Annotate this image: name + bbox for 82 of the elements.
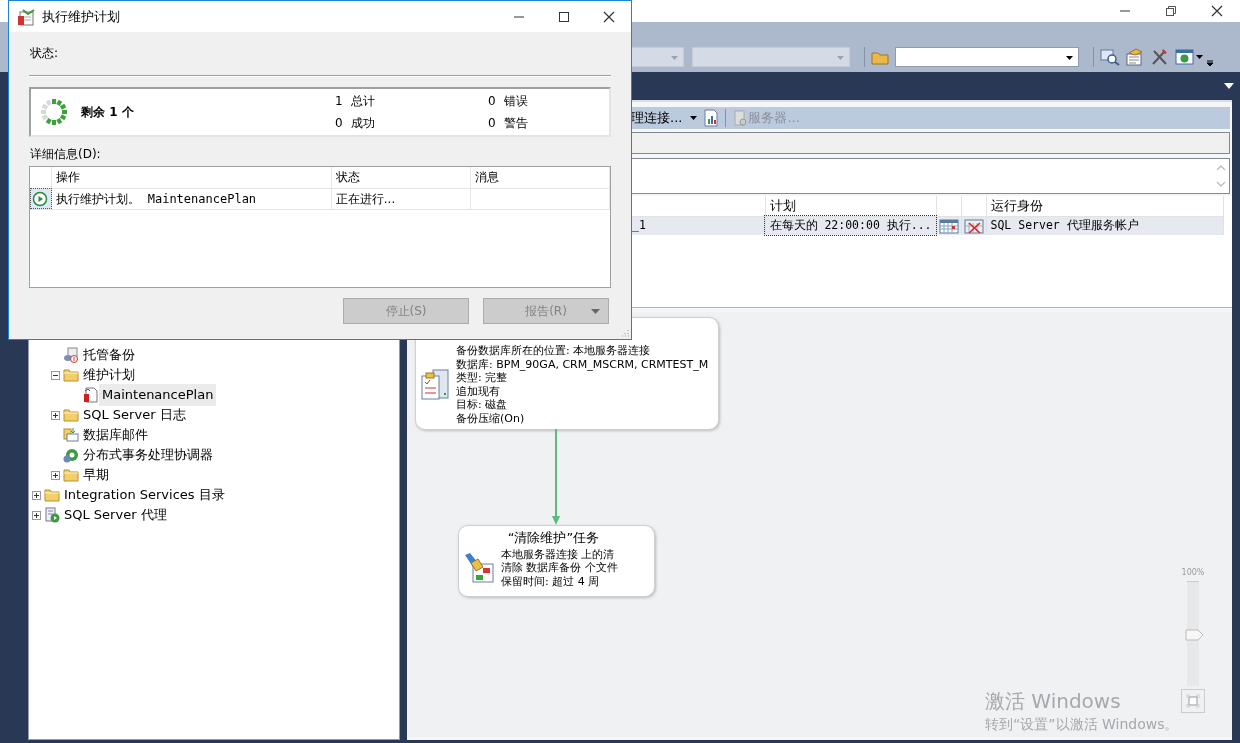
calendar-icon[interactable] <box>938 217 959 234</box>
task-title: “清除维护”任务 <box>506 531 601 545</box>
slider-thumb[interactable] <box>1185 628 1205 641</box>
zoom-label: 100% <box>1181 567 1205 579</box>
dropdown-arrow-icon[interactable] <box>690 116 698 120</box>
collapse-toggle[interactable] <box>51 370 60 380</box>
close-icon <box>602 10 615 23</box>
cleanup-task-icon <box>463 551 495 584</box>
tree-item[interactable]: 托管备份 <box>80 344 138 366</box>
task-detail: 备份数据库所在的位置: 本地服务器连接 <box>456 344 652 358</box>
task-detail: 目标: 磁盘 <box>456 398 509 412</box>
mail-icon <box>63 427 79 443</box>
server-icon <box>732 110 749 126</box>
column-header[interactable]: 消息 <box>470 167 610 188</box>
plus-icon <box>52 411 59 419</box>
task-detail: 保留时间: 超过 4 周 <box>501 574 601 588</box>
details-label: 详细信息(D): <box>30 146 102 163</box>
tree-item[interactable]: 早期 <box>80 464 112 486</box>
dropdown-arrow-icon <box>837 56 844 60</box>
task-detail: 数据库: BPM_90GA, CRM_MSCRM, CRMTEST_M <box>456 357 709 371</box>
table-cell: 正在进行... <box>331 188 471 209</box>
task-detail: 备份压缩(On) <box>456 411 526 425</box>
combo-box[interactable] <box>895 47 1079 67</box>
fit-icon <box>1186 694 1200 708</box>
delete-schedule-icon[interactable] <box>963 217 984 234</box>
backup-task-icon <box>420 368 450 401</box>
task-box[interactable]: “清除维护”任务 本地服务器连接 上的清 清除 数据库备份 个文件 保留时间: 超过 4 周 <box>458 525 655 597</box>
backup-icon <box>63 347 79 363</box>
maximize-icon <box>557 10 570 23</box>
task-detail: 本地服务器连接 上的清 <box>501 547 616 561</box>
find-icon[interactable] <box>1100 48 1120 66</box>
expand-toggle[interactable] <box>32 490 41 500</box>
tree-item[interactable]: SQL Server 代理 <box>61 504 170 526</box>
dropdown-arrow-icon[interactable] <box>1195 54 1205 60</box>
task-detail: 追加现有 <box>456 384 501 398</box>
expand-toggle[interactable] <box>51 410 60 420</box>
stat-text: 0 错误 <box>488 93 530 110</box>
tree-item[interactable]: 维护计划 <box>80 364 138 386</box>
tree-item[interactable]: Integration Services 目录 <box>61 484 228 506</box>
folder-icon <box>63 467 79 483</box>
tree-item[interactable]: 分布式事务处理协调器 <box>80 444 216 466</box>
properties-icon[interactable] <box>1125 48 1145 66</box>
report-icon[interactable] <box>703 109 720 127</box>
window-title: 执行维护计划 <box>42 7 120 26</box>
app-icon <box>17 7 35 26</box>
column-header[interactable]: 运行身份 <box>986 196 1223 216</box>
activation-text: 转到“设置”以激活 Windows。 <box>985 715 1179 734</box>
folder-icon <box>63 407 79 423</box>
column-header[interactable]: 状态 <box>331 167 471 188</box>
play-icon <box>32 190 48 207</box>
close-icon <box>1211 5 1223 17</box>
dropdown-arrow-icon <box>1066 56 1073 60</box>
remaining-count: 剩余 1 个 <box>81 104 135 121</box>
plus-icon <box>33 511 40 519</box>
tools-icon[interactable] <box>1150 48 1170 66</box>
plus-icon <box>52 471 59 479</box>
browser-window-icon[interactable] <box>1175 48 1195 66</box>
plus-icon <box>33 491 40 499</box>
task-detail: 清除 数据库备份 个文件 <box>501 561 618 575</box>
status-label: 状态: <box>30 45 60 62</box>
tree-item[interactable]: SQL Server 日志 <box>80 404 189 426</box>
dropdown-arrow-icon[interactable] <box>1224 83 1234 89</box>
progress-spinner-icon <box>39 97 69 127</box>
dropdown-arrow-icon <box>671 56 678 60</box>
activation-title: 激活 Windows <box>985 688 1121 715</box>
gears-icon <box>63 447 79 463</box>
expand-toggle[interactable] <box>32 510 41 520</box>
expand-toggle[interactable] <box>51 470 60 480</box>
stat-text: 0 警告 <box>488 115 530 132</box>
tree-item[interactable]: MaintenancePlan <box>99 384 217 406</box>
tree-item[interactable]: 数据库邮件 <box>80 424 151 446</box>
document-icon <box>82 387 98 403</box>
restore-icon <box>1165 5 1177 17</box>
table-cell: 执行维护计划。 MaintenancePlan <box>52 188 332 209</box>
column-header[interactable]: 操作 <box>52 167 332 188</box>
resize-grip-icon[interactable] <box>621 329 629 337</box>
folder-icon <box>44 487 60 503</box>
task-detail: 类型: 完整 <box>456 371 509 385</box>
stat-text: 0 成功 <box>335 115 377 132</box>
agent-icon <box>44 507 60 523</box>
stat-text: 1 总计 <box>335 93 377 110</box>
folder-icon <box>63 367 79 383</box>
